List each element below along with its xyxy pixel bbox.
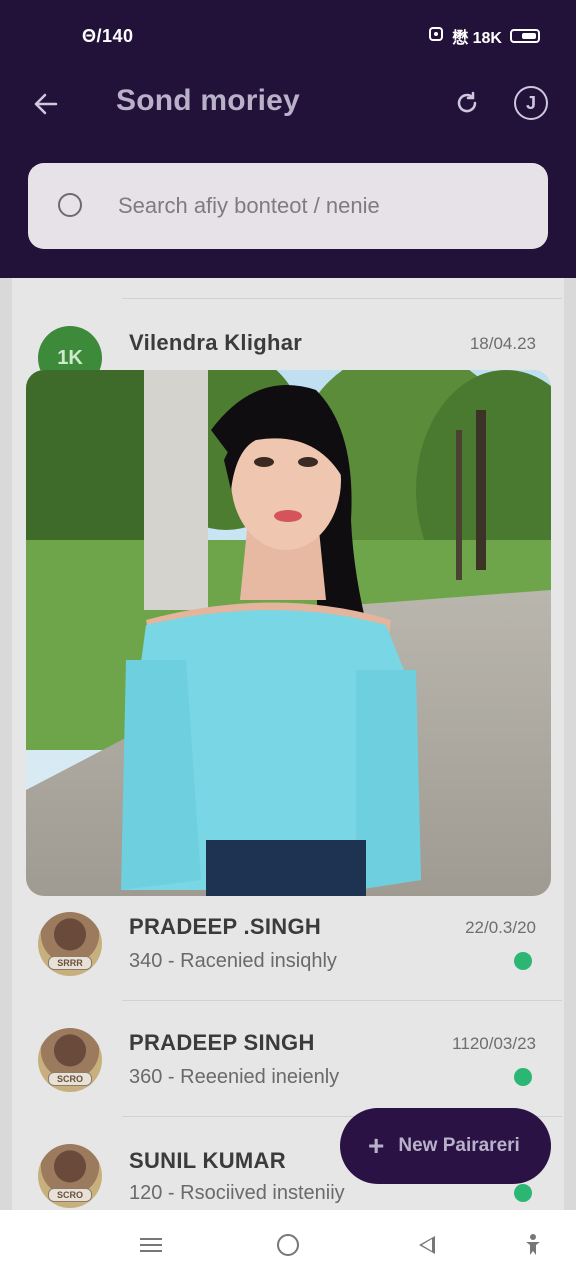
menu-icon[interactable] xyxy=(136,1230,166,1260)
home-icon xyxy=(277,1234,299,1256)
system-nav-bar xyxy=(0,1210,576,1280)
battery-icon xyxy=(510,29,540,43)
new-payment-button[interactable]: + New Pairareri xyxy=(340,1108,551,1184)
avatar-tag: SRRR xyxy=(48,956,92,970)
status-right: 懋 18K xyxy=(428,24,540,48)
plus-icon: + xyxy=(368,1130,385,1161)
arrow-left-icon xyxy=(34,93,58,115)
status-dot xyxy=(514,1184,532,1202)
avatar: SCRO xyxy=(38,1028,102,1092)
contact-name: PRADEEP .SINGH xyxy=(129,914,322,939)
contact-subtitle: 120 - Rsociived insteniiy xyxy=(129,1182,345,1204)
back-button[interactable] xyxy=(26,84,66,124)
avatar: SRRR xyxy=(38,912,102,976)
avatar-initials: 1K xyxy=(57,346,83,369)
page-title: Sond moriey xyxy=(116,84,300,117)
status-bar: Θ/140 懋 18K xyxy=(0,0,576,70)
status-dot xyxy=(514,952,532,970)
info-button[interactable]: J xyxy=(514,86,548,120)
avatar: SCRO xyxy=(38,1144,102,1208)
avatar-tag: SCRO xyxy=(48,1188,92,1202)
search-bar[interactable] xyxy=(28,163,548,249)
status-time: Θ/140 xyxy=(82,26,134,46)
portrait-photo xyxy=(26,370,551,896)
alarm-icon xyxy=(428,26,444,47)
contact-date: 1120/03/23 xyxy=(452,1034,536,1053)
header: Θ/140 懋 18K Sond moriey J xyxy=(0,0,576,278)
fab-label: New Pairareri xyxy=(398,1135,520,1156)
contact-name: PRADEEP SINGH xyxy=(129,1030,315,1055)
home-button[interactable] xyxy=(273,1230,303,1260)
contact-date: 18/04.23 xyxy=(469,334,536,353)
info-icon: J xyxy=(525,92,536,113)
back-nav-button[interactable] xyxy=(412,1230,442,1260)
search-input[interactable] xyxy=(118,189,528,223)
status-dot xyxy=(514,1068,532,1086)
contact-subtitle: 360 - Reeenied ineienly xyxy=(129,1066,340,1088)
app-bar: Sond moriey J xyxy=(0,70,576,136)
status-text: 懋 18K xyxy=(452,30,502,47)
contact-name: SUNIL KUMAR xyxy=(129,1148,286,1173)
list-item[interactable]: SRRR PRADEEP .SINGH 22/0.3/20 340 - Race… xyxy=(12,900,564,1016)
contact-name: Vilendra Klighar xyxy=(129,330,303,355)
refresh-button[interactable] xyxy=(450,86,484,120)
back-icon xyxy=(419,1236,435,1254)
divider xyxy=(122,298,562,299)
contact-subtitle: 340 - Racenied insiqhly xyxy=(129,950,337,972)
divider xyxy=(122,1000,562,1001)
contact-date: 22/0.3/20 xyxy=(465,918,536,937)
search-icon xyxy=(58,193,82,217)
accessibility-button[interactable] xyxy=(518,1230,548,1260)
photo-preview xyxy=(26,370,551,896)
refresh-icon xyxy=(457,91,477,113)
accessibility-icon xyxy=(526,1234,540,1255)
avatar-tag: SCRO xyxy=(48,1072,92,1086)
